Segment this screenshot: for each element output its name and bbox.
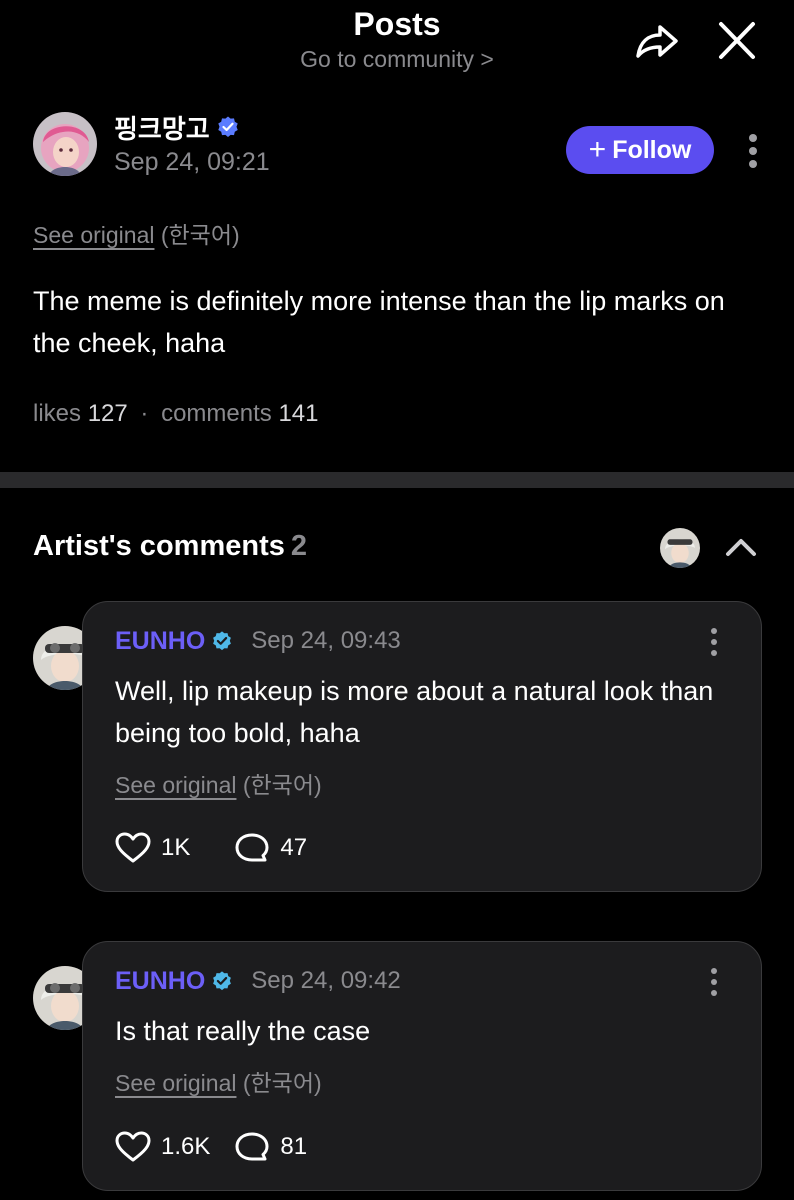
- more-dot: [711, 628, 717, 634]
- artist-comment-card: EUNHO Sep 24, 09:42 Is that really the c…: [82, 941, 762, 1191]
- heart-icon[interactable]: [115, 832, 151, 864]
- comment-timestamp: Sep 24, 09:42: [251, 967, 401, 994]
- likes-count: 127: [87, 400, 128, 427]
- section-divider: [0, 472, 794, 488]
- close-icon: [719, 22, 755, 59]
- author-avatar[interactable]: [33, 112, 97, 176]
- comment-see-original: See original (한국어): [115, 766, 322, 800]
- collapse-button[interactable]: [722, 532, 760, 562]
- comment-actions: 1K 47: [115, 832, 351, 864]
- like-count: 1.6K: [161, 1133, 211, 1160]
- verified-badge-icon: [217, 116, 238, 137]
- comment-header: EUNHO Sep 24, 09:43: [115, 624, 401, 658]
- see-original-link[interactable]: See original: [33, 222, 154, 248]
- comment-author[interactable]: EUNHO: [115, 967, 205, 996]
- more-dot: [711, 639, 717, 645]
- comments-count: 141: [278, 400, 319, 427]
- comment-header: EUNHO Sep 24, 09:42: [115, 964, 401, 998]
- post-body: The meme is definitely more intense than…: [33, 286, 725, 358]
- comment-timestamp: Sep 24, 09:43: [251, 627, 401, 654]
- stats-separator: ·: [140, 400, 149, 427]
- artist-comment-card: EUNHO Sep 24, 09:43 Well, lip makeup is …: [82, 601, 762, 892]
- artist-comments-heading: Artist's comments 2: [33, 530, 307, 563]
- artist-comments-count: 2: [290, 530, 307, 562]
- comment-text: Is that really the case: [115, 1016, 371, 1046]
- comment-more-options-button[interactable]: [709, 628, 719, 656]
- verified-badge-icon: [213, 971, 232, 991]
- original-language: (한국어): [242, 1070, 322, 1096]
- follow-label: Follow: [612, 135, 692, 164]
- close-button[interactable]: [714, 20, 760, 62]
- more-dot: [711, 650, 717, 656]
- see-original-link[interactable]: See original: [115, 1070, 236, 1096]
- comment-more-options-button[interactable]: [709, 968, 719, 996]
- reply-count: 81: [280, 1133, 308, 1160]
- post-more-options-button[interactable]: [740, 130, 766, 172]
- more-dot: [711, 968, 717, 974]
- heart-icon[interactable]: [115, 1131, 151, 1163]
- like-count: 1K: [161, 834, 191, 861]
- author-name-row: 핑크망고: [114, 109, 240, 146]
- header: Posts Go to community >: [0, 0, 794, 90]
- reply-count: 47: [280, 834, 308, 861]
- more-dot: [711, 979, 717, 985]
- post-stats: likes 127 · comments 141: [33, 400, 319, 428]
- post-timestamp: Sep 24, 09:21: [114, 148, 270, 176]
- comment-bubble-icon[interactable]: [234, 832, 270, 864]
- comment-text: Well, lip makeup is more about a natural…: [115, 676, 714, 748]
- verified-badge-icon: [213, 631, 232, 651]
- comment-bubble-icon[interactable]: [234, 1131, 270, 1163]
- plus-icon: +: [588, 133, 607, 166]
- artist-avatar-small: [660, 528, 700, 568]
- post-see-original: See original (한국어): [33, 216, 240, 250]
- likes-label: likes: [33, 400, 82, 427]
- see-original-link[interactable]: See original: [115, 772, 236, 798]
- author-name[interactable]: 핑크망고: [114, 109, 210, 146]
- comment-actions: 1.6K 81: [115, 1131, 351, 1163]
- more-dot: [749, 147, 757, 155]
- artist-comments-title: Artist's comments: [33, 530, 285, 562]
- more-dot: [749, 134, 757, 142]
- share-icon: [636, 25, 678, 58]
- comments-label: comments: [161, 400, 272, 427]
- more-dot: [711, 990, 717, 996]
- original-language: (한국어): [242, 772, 322, 798]
- share-button[interactable]: [632, 20, 680, 62]
- original-language: (한국어): [160, 222, 240, 248]
- chevron-up-icon: [726, 539, 756, 556]
- follow-button[interactable]: + Follow: [566, 126, 714, 174]
- more-dot: [749, 160, 757, 168]
- comment-author[interactable]: EUNHO: [115, 627, 205, 656]
- comment-see-original: See original (한국어): [115, 1064, 322, 1098]
